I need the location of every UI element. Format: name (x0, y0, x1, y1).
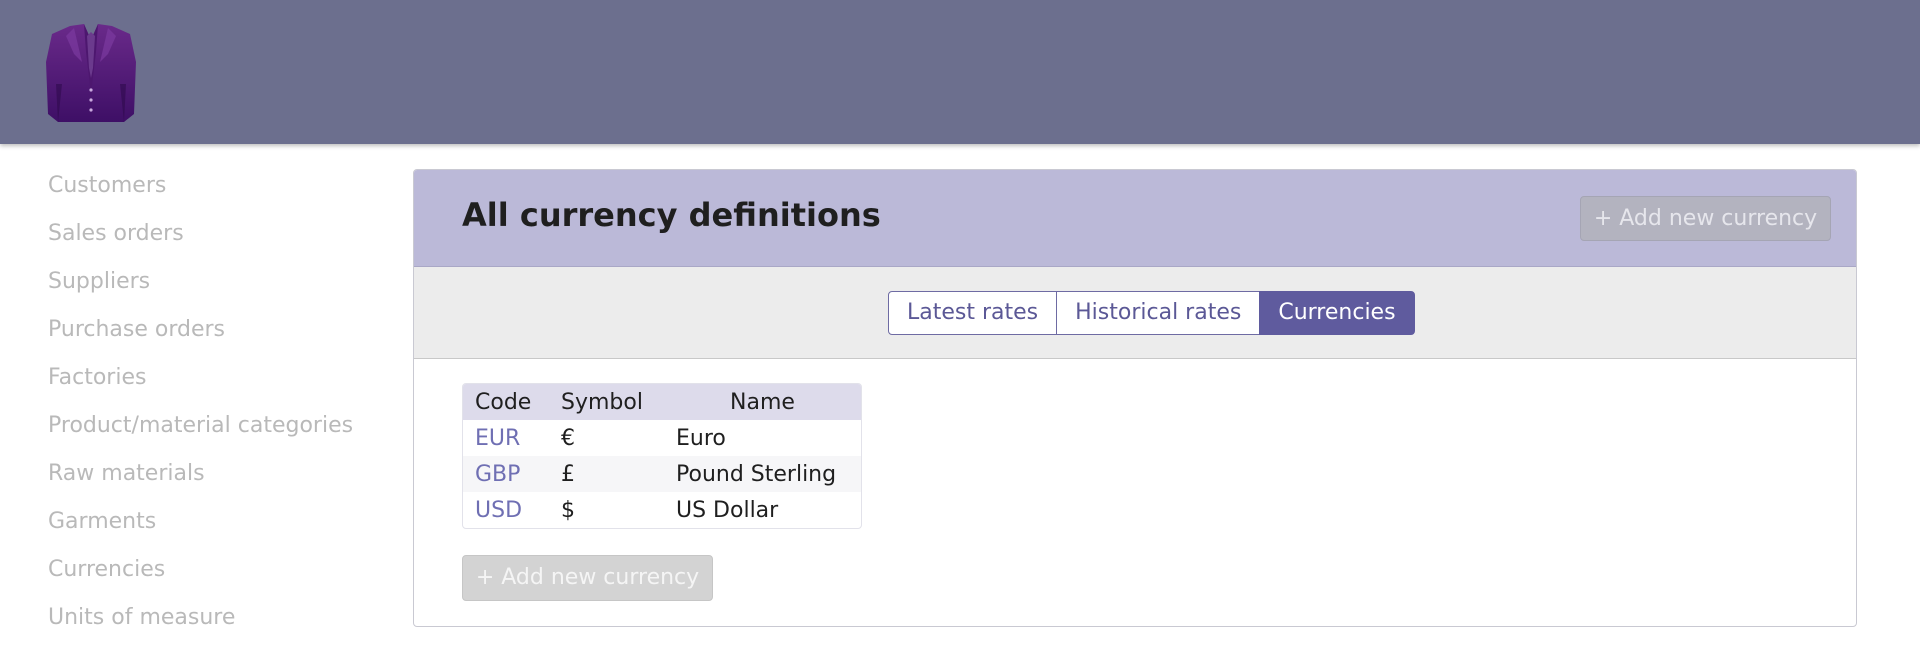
sidebar-item-currencies[interactable]: Currencies (48, 550, 388, 598)
currency-symbol: $ (561, 497, 575, 523)
currency-panel: All currency definitions + Add new curre… (413, 169, 1857, 627)
column-header-code[interactable]: Code (463, 384, 549, 420)
column-header-name[interactable]: Name (664, 384, 861, 420)
currency-name: US Dollar (676, 497, 779, 523)
sidebar-item-suppliers[interactable]: Suppliers (48, 262, 388, 310)
column-header-symbol[interactable]: Symbol (549, 384, 664, 420)
currency-symbol: £ (549, 456, 664, 492)
table-row: EUR € Euro (463, 420, 861, 456)
currency-name: Pound Sterling (664, 456, 861, 492)
tab-bar: Latest rates Historical rates Currencies (414, 267, 1856, 359)
table-row: USD $ US Dollar (463, 492, 861, 528)
currency-code-link[interactable]: USD (463, 492, 549, 528)
table-header-row: Code Symbol Name (463, 384, 861, 420)
sidebar-item-customers[interactable]: Customers (48, 166, 388, 214)
tab-latest-rates[interactable]: Latest rates (888, 291, 1058, 335)
sidebar-item-product-material-categories[interactable]: Product/material categories (48, 406, 388, 454)
table-row: GBP £ Pound Sterling (463, 456, 861, 492)
page-title: All currency definitions (462, 196, 881, 234)
currency-symbol: € (561, 425, 575, 451)
tab-historical-rates[interactable]: Historical rates (1056, 291, 1261, 335)
add-currency-footer-button[interactable]: + Add new currency (462, 555, 713, 601)
sidebar-nav: Customers Sales orders Suppliers Purchas… (48, 166, 388, 646)
sidebar-item-factories[interactable]: Factories (48, 358, 388, 406)
panel-header: All currency definitions + Add new curre… (414, 170, 1856, 267)
sidebar-item-raw-materials[interactable]: Raw materials (48, 454, 388, 502)
suit-jacket-logo-icon[interactable] (44, 22, 138, 126)
sidebar-item-purchase-orders[interactable]: Purchase orders (48, 310, 388, 358)
currency-code-link[interactable]: GBP (463, 456, 549, 492)
currency-name: Euro (676, 425, 726, 451)
tab-currencies[interactable]: Currencies (1259, 291, 1415, 335)
sidebar-item-units-of-measure[interactable]: Units of measure (48, 598, 388, 646)
sidebar-item-sales-orders[interactable]: Sales orders (48, 214, 388, 262)
rate-tabs: Latest rates Historical rates Currencies (888, 291, 1415, 335)
top-bar (0, 0, 1920, 144)
add-currency-button[interactable]: + Add new currency (1580, 196, 1831, 241)
currency-code-link[interactable]: EUR (463, 420, 549, 456)
currency-table: Code Symbol Name EUR € Euro GBP £ Pound … (462, 383, 862, 529)
sidebar-item-garments[interactable]: Garments (48, 502, 388, 550)
